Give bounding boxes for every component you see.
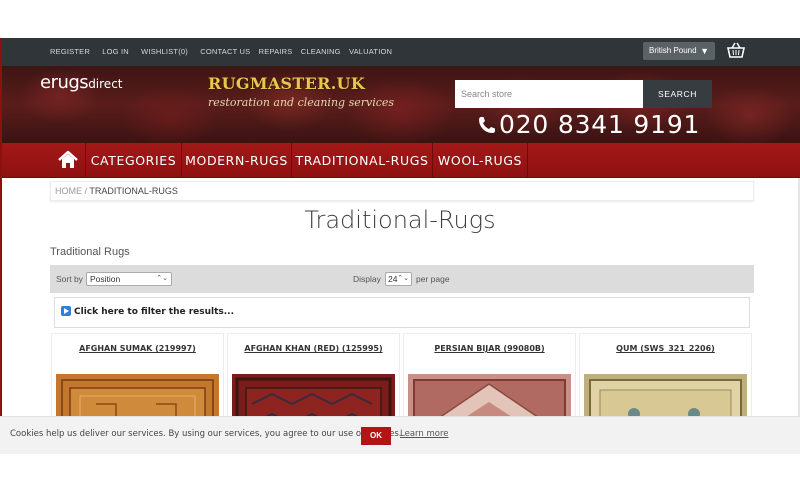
contact-us-link[interactable]: CONTACT US (200, 47, 250, 56)
select-arrows-icon: ⌃⌄ (156, 275, 168, 282)
caret-down-icon: ▼ (700, 46, 709, 56)
search-button[interactable]: SEARCH (643, 80, 712, 108)
product-toolbar: Sort by Position ⌃⌄ Display 24 ⌃⌄ per pa… (50, 265, 754, 293)
login-link[interactable]: LOG IN (102, 47, 129, 56)
browser-viewport: REGISTER LOG IN WISHLIST(0) CONTACT US R… (0, 38, 800, 454)
nav-wool-rugs[interactable]: WOOL-RUGS (433, 143, 528, 178)
cookie-ok-button[interactable]: OK (361, 427, 391, 445)
site-logo[interactable]: erugsdirect (40, 72, 123, 93)
cookie-message: Cookies help us deliver our services. By… (10, 429, 402, 439)
currency-value: British Pound (649, 46, 697, 55)
page-size-select[interactable]: 24 ⌃⌄ (385, 272, 412, 286)
breadcrumb-current: TRADITIONAL-RUGS (89, 186, 178, 196)
logo-main: erugs (40, 72, 89, 93)
top-bar: REGISTER LOG IN WISHLIST(0) CONTACT US R… (0, 38, 800, 66)
shopping-basket-icon[interactable] (726, 42, 746, 60)
phone-text: 020 8341 9191 (499, 110, 701, 139)
filter-toggle[interactable]: Click here to filter the results... (54, 297, 750, 328)
breadcrumb-home-link[interactable]: HOME (55, 186, 82, 196)
nav-modern-rugs[interactable]: MODERN-RUGS (182, 143, 292, 178)
category-heading: Traditional Rugs (50, 246, 130, 258)
phone-icon (477, 112, 499, 141)
product-name[interactable]: AFGHAN KHAN (RED) (125995) (228, 344, 399, 353)
valuation-link[interactable]: VALUATION (349, 47, 392, 56)
filter-text: Click here to filter the results... (74, 307, 235, 317)
wishlist-link[interactable]: WISHLIST(0) (141, 47, 188, 56)
per-page-label: per page (416, 274, 450, 284)
sort-by-label: Sort by (56, 274, 83, 284)
site-header: erugsdirect RUGMASTER.UK restoration and… (0, 66, 800, 143)
cookie-consent-bar: Cookies help us deliver our services. By… (0, 416, 800, 454)
display-label: Display (353, 274, 381, 284)
arrow-right-icon (61, 306, 71, 316)
cookie-learn-more-link[interactable]: Learn more (400, 429, 448, 439)
page-left-border (0, 38, 2, 454)
cleaning-link[interactable]: CLEANING (301, 47, 341, 56)
breadcrumb-separator: / (84, 186, 88, 196)
search-input[interactable] (455, 80, 643, 108)
home-icon[interactable] (50, 143, 86, 178)
promo-banner-title[interactable]: RUGMASTER.UK (208, 74, 365, 93)
page-title: Traditional-Rugs (304, 206, 496, 234)
product-name[interactable]: QUM (SWS_321_2206) (580, 344, 751, 353)
page-size-value: 24 (388, 274, 398, 284)
sort-by-value: Position (90, 274, 121, 284)
product-name[interactable]: PERSIAN BIJAR (99080B) (404, 344, 575, 353)
phone-number: 020 8341 9191 (477, 110, 700, 141)
product-name[interactable]: AFGHAN SUMAK (219997) (52, 344, 223, 353)
sort-by-select[interactable]: Position ⌃⌄ (86, 272, 172, 286)
main-navigation: CATEGORIES MODERN-RUGS TRADITIONAL-RUGS … (0, 143, 800, 178)
nav-traditional-rugs[interactable]: TRADITIONAL-RUGS (292, 143, 433, 178)
currency-selector[interactable]: British Pound ▼ (643, 42, 715, 60)
nav-categories[interactable]: CATEGORIES (86, 143, 182, 178)
top-links: REGISTER LOG IN WISHLIST(0) CONTACT US R… (50, 47, 402, 56)
register-link[interactable]: REGISTER (50, 47, 90, 56)
breadcrumb: HOME / TRADITIONAL-RUGS (50, 181, 754, 201)
promo-banner-subtitle: restoration and cleaning services (208, 96, 395, 109)
select-arrows-icon: ⌃⌄ (397, 275, 409, 282)
logo-suffix: direct (88, 77, 123, 91)
repairs-link[interactable]: REPAIRS (259, 47, 293, 56)
